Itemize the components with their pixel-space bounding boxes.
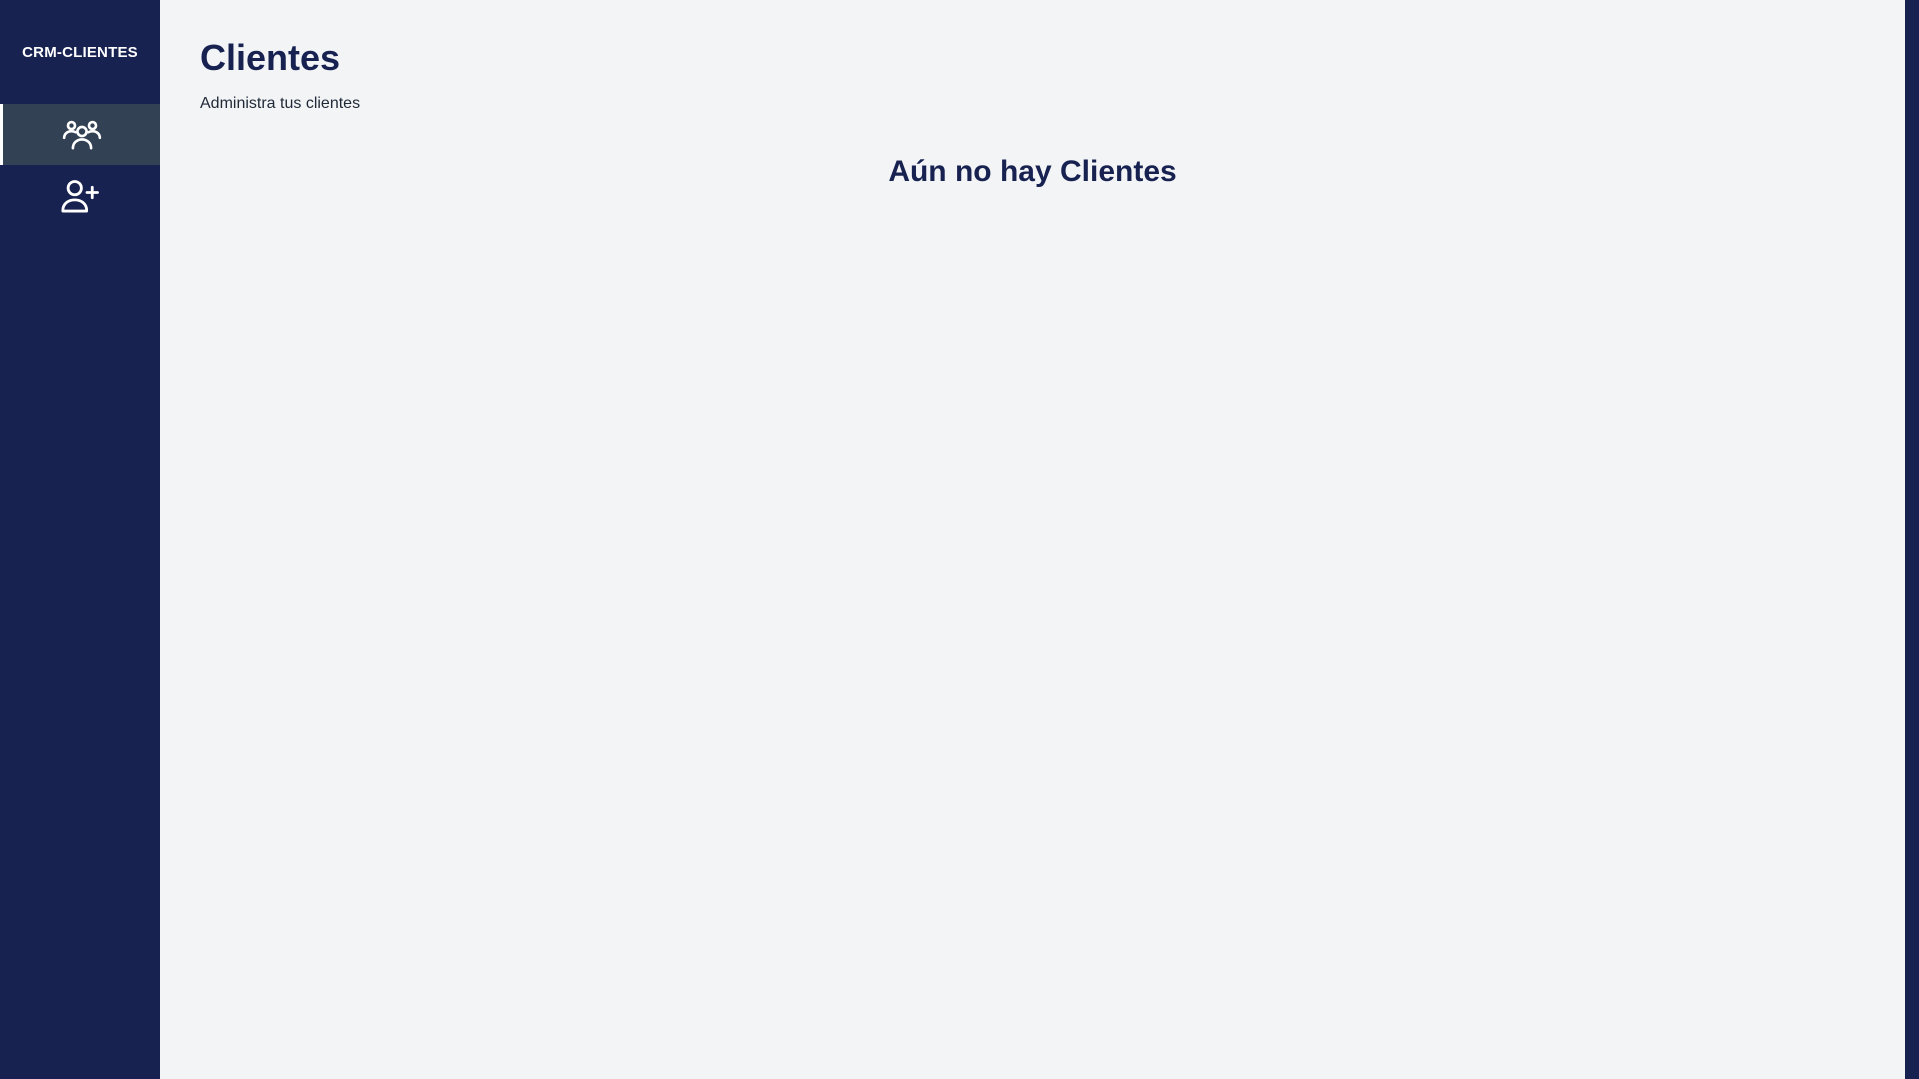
sidebar-item-clientes[interactable]: [0, 104, 160, 165]
page-subtitle: Administra tus clientes: [200, 95, 361, 112]
empty-state-message: Aún no hay Clientes: [888, 155, 1177, 188]
sidebar-item-nuevo-cliente[interactable]: [0, 165, 160, 226]
main-content: Clientes Administra tus clientes Aún no …: [160, 0, 1905, 1079]
users-icon: [61, 114, 103, 156]
app-brand: CRM-CLIENTES: [22, 43, 138, 61]
page-title: Clientes: [200, 37, 341, 78]
user-plus-icon: [59, 175, 101, 217]
sidebar: CRM-CLIENTES: [0, 0, 160, 1079]
right-edge-strip: [1905, 0, 1919, 1079]
sidebar-nav: [0, 104, 160, 226]
